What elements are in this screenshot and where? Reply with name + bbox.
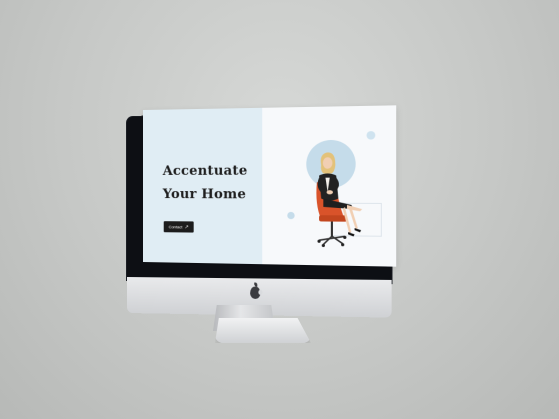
woman-figure	[317, 152, 363, 237]
arrow-up-right-icon: ↗	[184, 224, 189, 231]
monitor-stand-base	[215, 318, 311, 343]
contact-button[interactable]: Contact ↗	[163, 221, 194, 233]
decorative-dot-top	[366, 131, 376, 140]
website-hero: Accentuate Your Home Contact ↗	[143, 105, 397, 267]
hero-headline-line-1: Accentuate	[162, 163, 248, 179]
hero-person-image	[308, 152, 363, 252]
decorative-dot-left	[287, 211, 295, 220]
hero-text-panel: Accentuate Your Home Contact ↗	[143, 107, 265, 265]
hero-headline: Accentuate Your Home	[163, 159, 265, 206]
apple-logo-icon	[250, 286, 261, 299]
hero-headline-line-2: Your Home	[162, 187, 247, 203]
contact-button-label: Contact	[168, 224, 183, 230]
